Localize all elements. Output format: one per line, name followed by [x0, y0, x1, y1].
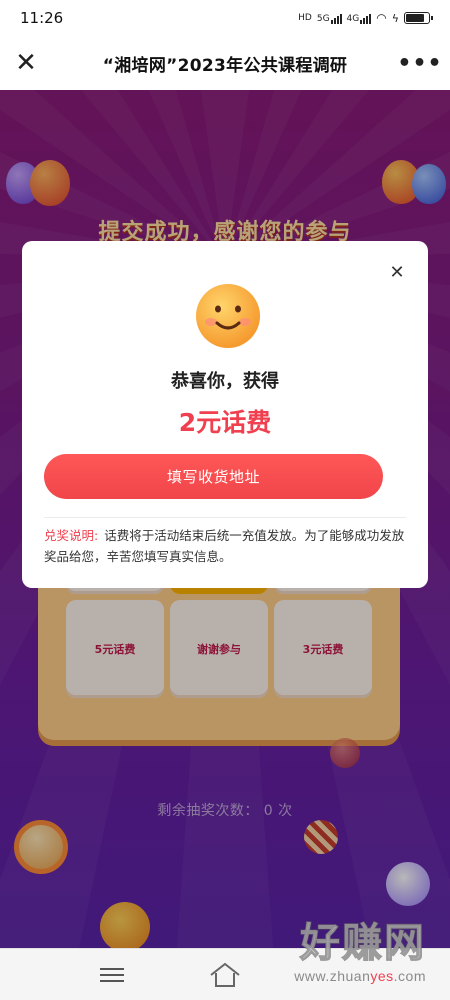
divider	[44, 517, 406, 518]
4g-label: 4G	[346, 13, 360, 24]
close-icon[interactable]: ✕	[10, 47, 42, 79]
redeem-notice: 兑奖说明: 话费将于活动结束后统一充值发放。为了能够成功发放奖品给您，辛苦您填写真…	[44, 525, 410, 567]
fill-address-button[interactable]: 填写收货地址	[44, 454, 383, 499]
watermark-url-highlight: yes	[370, 968, 394, 984]
watermark-url: www.zhuanyes.com	[294, 968, 426, 984]
more-icon[interactable]: •••	[397, 47, 441, 79]
notice-text: 话费将于活动结束后统一充值发放。为了能够成功发放奖品给您，辛苦您填写真实信息。	[44, 528, 405, 564]
notice-label: 兑奖说明:	[44, 528, 99, 543]
status-bar: 11:26 HD 5G 4G ◠ ϟ	[0, 0, 450, 36]
watermark-brand: 好赚网	[299, 919, 426, 967]
prize-modal: ✕ 恭喜你，获得 2元话费 填写收货地址 兑奖说明: 话费将于活动结束后统一充值发…	[22, 241, 428, 588]
watermark-url-post: .com	[393, 968, 426, 984]
menu-icon[interactable]	[100, 963, 124, 987]
nav-bar: ✕ “湘培网”2023年公共课程调研 •••	[0, 36, 450, 90]
smiley-face-icon	[196, 284, 260, 348]
status-icons: HD 5G 4G ◠ ϟ	[298, 11, 433, 25]
4g-signal-icon: 4G	[347, 13, 372, 24]
wifi-icon: ◠	[376, 11, 387, 25]
prize-text: 2元话费	[178, 408, 272, 437]
page-title: “湘培网”2023年公共课程调研	[102, 55, 348, 76]
hd-label: HD	[298, 13, 312, 23]
congrats-text: 恭喜你，获得	[171, 371, 279, 392]
charging-icon: ϟ	[391, 11, 399, 25]
5g-label: 5G	[316, 13, 330, 24]
5g-signal-icon: 5G	[317, 13, 342, 24]
home-icon[interactable]	[208, 961, 242, 989]
close-icon[interactable]: ✕	[386, 261, 408, 283]
status-time: 11:26	[20, 9, 64, 27]
watermark-url-pre: www.zhuan	[294, 968, 371, 984]
battery-icon	[404, 12, 433, 24]
site-watermark: 好赚网 www.zhuanyes.com	[238, 910, 448, 1000]
